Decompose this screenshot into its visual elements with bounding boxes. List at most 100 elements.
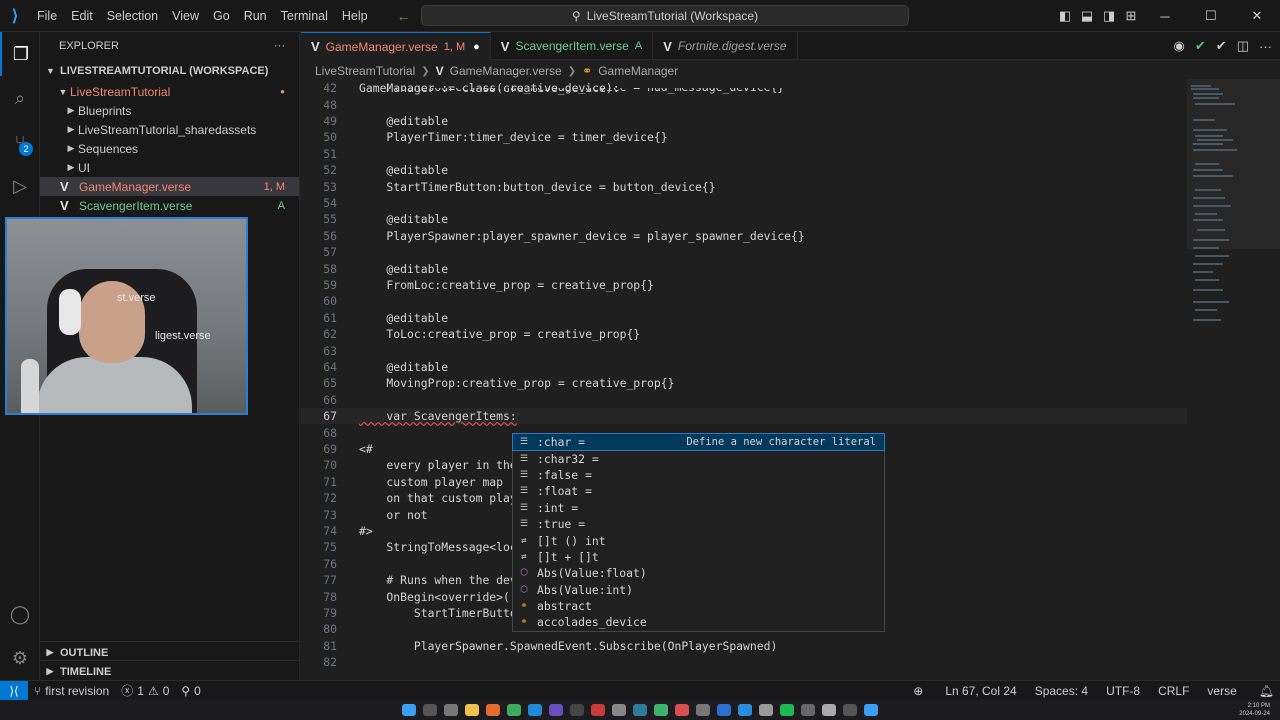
tree-item[interactable]: ▶ Sequences <box>40 139 299 158</box>
menu-help[interactable]: Help <box>335 0 375 32</box>
tree-item[interactable]: ▶ UI <box>40 158 299 177</box>
language-mode[interactable]: verse <box>1201 684 1242 698</box>
suggestion-item[interactable]: ☰:int = <box>513 500 884 516</box>
app-icon[interactable] <box>654 704 668 716</box>
verse-check-icon[interactable]: ✔ <box>1216 38 1227 54</box>
back-arrow-icon[interactable]: ← <box>397 8 411 24</box>
split-editor-icon[interactable]: ◫ <box>1237 38 1249 54</box>
tree-item[interactable]: V GameManager.verse 1, M <box>40 177 299 196</box>
suggestion-item[interactable]: ☰:char32 = <box>513 450 884 466</box>
line-number: 50 <box>323 130 337 145</box>
encoding[interactable]: UTF-8 <box>1100 684 1146 698</box>
more-actions-icon[interactable]: ··· <box>1259 39 1272 54</box>
spotify-icon[interactable] <box>780 704 794 716</box>
account-icon[interactable]: ◯ <box>0 592 40 636</box>
menu-selection[interactable]: Selection <box>100 0 165 32</box>
zoom-icon[interactable]: ⊕ <box>907 684 929 698</box>
suggestion-item[interactable]: ⬡ Abs(Value:int) <box>513 582 884 598</box>
app-icon[interactable] <box>801 704 815 716</box>
app-icon[interactable] <box>633 704 647 716</box>
tab-gamemanager[interactable]: V GameManager.verse 1, M ● <box>301 32 491 60</box>
tree-item[interactable]: ▼ LiveStreamTutorial ● <box>40 82 299 101</box>
minimize-icon[interactable]: ─ <box>1142 9 1188 24</box>
unsaved-dot-icon[interactable]: ● <box>473 41 480 53</box>
toggle-panel-icon[interactable]: ⬓ <box>1076 8 1098 24</box>
customize-layout-icon[interactable]: ⊞ <box>1120 8 1142 24</box>
search-icon[interactable] <box>423 704 437 716</box>
menu-go[interactable]: Go <box>206 0 237 32</box>
menu-edit[interactable]: Edit <box>64 0 100 32</box>
tree-item[interactable]: ▶ LiveStreamTutorial_sharedassets <box>40 120 299 139</box>
indentation[interactable]: Spaces: 4 <box>1029 684 1094 698</box>
verse-build-icon[interactable]: ✔ <box>1195 38 1206 54</box>
gear-icon[interactable]: ⚙ <box>0 636 40 680</box>
app-icon[interactable] <box>696 704 710 716</box>
notifications-bell-icon[interactable]: 🔔︎ <box>1253 684 1280 698</box>
app-icon[interactable] <box>843 704 857 716</box>
app-icon[interactable] <box>864 704 878 716</box>
app-icon[interactable] <box>570 704 584 716</box>
suggestion-item[interactable]: ⚭ accolades_device <box>513 614 884 630</box>
tab-fortnite-digest[interactable]: V Fortnite.digest.verse <box>653 32 798 60</box>
explorer-icon[interactable]: ❐ <box>0 32 40 76</box>
chrome-icon[interactable] <box>507 704 521 716</box>
problems-indicator[interactable]: ⓧ 1 ⚠ 0 <box>115 682 175 699</box>
command-center[interactable]: ⚲ LiveStreamTutorial (Workspace) <box>421 5 909 26</box>
remote-icon[interactable]: ⟩⟨ <box>0 680 28 701</box>
suggestion-item[interactable]: ⚭ abstract <box>513 598 884 614</box>
timeline-section[interactable]: ▶ TIMELINE <box>40 660 300 682</box>
branch-indicator[interactable]: ⑂ first revision <box>28 684 115 698</box>
minimap-line <box>1193 271 1213 273</box>
app-icon[interactable] <box>822 704 836 716</box>
task-view-icon[interactable] <box>444 704 458 716</box>
suggestion-item[interactable]: ☰:float = <box>513 483 884 499</box>
menu-terminal[interactable]: Terminal <box>274 0 335 32</box>
edge-icon[interactable] <box>528 704 542 716</box>
tab-scavengeritem[interactable]: V ScavengerItem.verse A <box>491 32 654 60</box>
breadcrumb-symbol[interactable]: GameManager <box>598 64 678 78</box>
cursor-position[interactable]: Ln 67, Col 24 <box>939 684 1022 698</box>
toggle-secondary-sidebar-icon[interactable]: ◨ <box>1098 8 1120 24</box>
menu-run[interactable]: Run <box>237 0 274 32</box>
app-icon[interactable] <box>759 704 773 716</box>
chevron-down-icon: ▼ <box>46 66 55 76</box>
start-icon[interactable] <box>402 704 416 716</box>
suggestion-item[interactable]: ⬡ Abs(Value:float) <box>513 565 884 581</box>
firefox-icon[interactable] <box>486 704 500 716</box>
file-explorer-icon[interactable] <box>465 704 479 716</box>
system-clock[interactable]: 2:10 PM 2024-09-24 <box>1239 702 1270 718</box>
tree-item[interactable]: ▶ Blueprints <box>40 101 299 120</box>
menu-view[interactable]: View <box>165 0 206 32</box>
line-ending[interactable]: CRLF <box>1152 684 1195 698</box>
maximize-icon[interactable]: ☐ <box>1188 8 1234 24</box>
source-control-icon[interactable]: ⑂ 2 <box>0 120 40 164</box>
suggestion-item[interactable]: ☰:false = <box>513 467 884 483</box>
suggestion-item[interactable]: ⇄ []t + []t <box>513 549 884 565</box>
tree-item[interactable]: V ScavengerItem.verse A <box>40 196 299 215</box>
breadcrumb-folder[interactable]: LiveStreamTutorial <box>315 64 415 78</box>
workspace-header[interactable]: ▼ LIVESTREAMTUTORIAL (WORKSPACE) <box>40 60 299 82</box>
unreal-icon[interactable]: ◉ <box>1174 38 1185 54</box>
run-debug-icon[interactable]: ▷ <box>0 164 40 208</box>
app-icon[interactable] <box>675 704 689 716</box>
minimap[interactable] <box>1187 79 1280 680</box>
ports-indicator[interactable]: ⚲ 0 <box>175 684 206 698</box>
menu-file[interactable]: File <box>30 0 64 32</box>
title-bar: ⟩ File Edit Selection View Go Run Termin… <box>0 0 1280 32</box>
app-icon[interactable] <box>717 704 731 716</box>
app-icon[interactable] <box>549 704 563 716</box>
close-icon[interactable]: ✕ <box>1234 8 1280 24</box>
vscode-taskbar-icon[interactable] <box>738 704 752 716</box>
minimap-line <box>1193 175 1233 177</box>
breadcrumb-file[interactable]: GameManager.verse <box>450 64 562 78</box>
app-icon[interactable] <box>612 704 626 716</box>
search-icon[interactable]: ⌕ <box>0 76 40 120</box>
toggle-sidebar-icon[interactable]: ◧ <box>1054 8 1076 24</box>
suggestion-item[interactable]: ☰:true = <box>513 516 884 532</box>
line-number: 69 <box>323 441 337 456</box>
suggestion-item[interactable]: ☰:char = Define a new character literal <box>512 432 885 452</box>
suggestion-item[interactable]: ⇄ []t () int <box>513 532 884 548</box>
more-actions-icon[interactable]: ··· <box>274 40 285 52</box>
app-icon[interactable] <box>591 704 605 716</box>
tree-item-label: UI <box>78 160 90 175</box>
